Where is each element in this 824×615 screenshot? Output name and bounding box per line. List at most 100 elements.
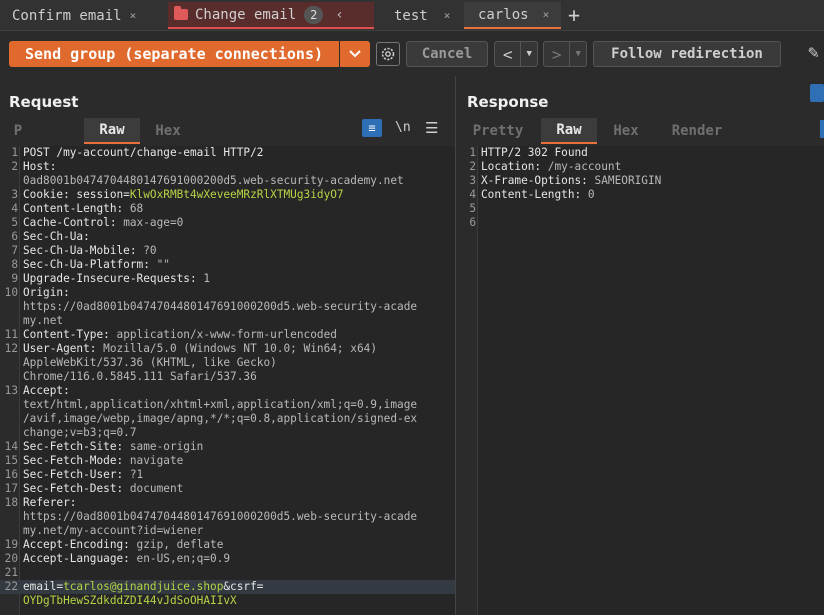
tab-test[interactable]: test × (380, 2, 462, 29)
code-token: Accept-Language: (23, 552, 137, 565)
menu-icon[interactable]: ☰ (425, 119, 438, 137)
back-button[interactable]: < ▼ (494, 41, 538, 67)
close-icon[interactable]: × (543, 8, 550, 21)
tab-pretty[interactable]: P (8, 118, 28, 144)
code-line: https://0ad8001b0474704480147691000200d5… (0, 300, 455, 314)
add-tab-icon[interactable]: + (568, 3, 580, 27)
send-options-dropdown[interactable] (340, 41, 370, 67)
tab-hex[interactable]: Hex (144, 118, 192, 144)
code-line: text/html,application/xhtml+xml,applicat… (0, 398, 455, 412)
response-editor[interactable]: 1 HTTP/2 302 Found 2 Location: /my-account 3… (458, 146, 824, 615)
code-line: my.net/my-account?id=wiener (0, 524, 455, 538)
code-token: Accept: (23, 384, 70, 397)
line-number: 16 (4, 468, 18, 481)
code-line: 5 Cache-Control: max-age=0 (0, 216, 455, 230)
code-line: 22 email=tcarlos@ginandjuice.shop&csrf= (0, 580, 455, 594)
word-wrap-icon[interactable] (820, 120, 824, 138)
response-title: Response (467, 93, 549, 111)
tab-confirm-email[interactable]: Confirm email × (6, 2, 164, 29)
pencil-icon[interactable]: ✎ (808, 42, 819, 63)
line-text: Content-Length: 68 (23, 202, 143, 216)
line-text: Host: (23, 160, 56, 174)
code-line: 12 User-Agent: Mozilla/5.0 (Windows NT 10… (0, 342, 455, 356)
code-token: gzip, deflate (136, 538, 224, 551)
send-group-button[interactable]: Send group (separate connections) (9, 41, 339, 67)
tab-hex[interactable]: Hex (603, 118, 649, 144)
line-text: Content-Length: 0 (481, 188, 595, 202)
code-token: my.net/my-account?id=wiener (23, 524, 204, 537)
line-text: my.net/my-account?id=wiener (23, 524, 203, 538)
line-text: AppleWebKit/537.36 (KHTML, like Gecko) (23, 356, 277, 370)
cancel-button[interactable]: Cancel (406, 41, 488, 67)
tab-group-change-email[interactable]: Change email 2 ‹ (168, 2, 374, 29)
tab-pretty[interactable]: Pretty (466, 118, 530, 144)
code-line: 6 Sec-Ch-Ua: (0, 230, 455, 244)
code-token: 1 (203, 272, 211, 285)
close-icon[interactable]: × (444, 9, 451, 22)
back-arrow-icon: < (502, 44, 513, 64)
code-token: Cache-Control: (23, 216, 124, 229)
code-line: 18 Referer: (0, 496, 455, 510)
code-token: my.net (23, 314, 64, 327)
line-text: Location: /my-account (481, 160, 621, 174)
code-token: Sec-Fetch-Site: (23, 440, 130, 453)
word-wrap-icon[interactable]: ≡ (362, 119, 382, 137)
code-token: 0 (587, 188, 595, 201)
line-number: 22 (4, 580, 18, 593)
line-number: 15 (4, 454, 18, 467)
tab-label: carlos (478, 6, 529, 23)
line-number: 1 (469, 146, 476, 159)
code-token: Chrome/116.0.5845.111 Safari/537.36 (23, 370, 257, 383)
code-line: 3 Cookie: session=KlwOxRMBt4wXeveeMRzRlXT… (0, 188, 455, 202)
code-line: AppleWebKit/537.36 (KHTML, like Gecko) (0, 356, 455, 370)
follow-redirection-button[interactable]: Follow redirection (593, 41, 781, 67)
code-token: /my-account (547, 160, 622, 173)
tab-raw[interactable]: Raw (84, 118, 140, 144)
tab-raw[interactable]: Raw (541, 118, 597, 144)
code-token: SAMEORIGIN (594, 174, 662, 187)
code-token: OYDgTbHewSZdkddZDI44vJdSoOHAIIvX (23, 594, 237, 607)
code-token: Upgrade-Insecure-Requests: (23, 272, 204, 285)
code-token: navigate (129, 454, 184, 467)
code-token: Sec-Ch-Ua-Platform: (23, 258, 157, 271)
code-line: 2 Location: /my-account (458, 160, 824, 174)
line-text: Origin: (23, 286, 70, 300)
settings-button[interactable] (376, 42, 400, 66)
folder-icon (174, 6, 188, 20)
code-token: 0ad8001b0474704480147691000200d5.web-sec… (23, 174, 404, 187)
code-token: Cookie: session= (23, 188, 130, 201)
chevron-down-icon[interactable]: ▼ (569, 42, 586, 66)
request-editor[interactable]: 1 POST /my-account/change-email HTTP/2 2 Ho… (0, 146, 455, 615)
line-number: 12 (4, 342, 18, 355)
line-text: Sec-Ch-Ua-Mobile: ?0 (23, 244, 157, 258)
panel-divider[interactable] (455, 76, 456, 615)
toolbar: Send group (separate connections) Cancel… (0, 32, 824, 74)
code-token: https://0ad8001b0474704480147691000200d5… (23, 300, 418, 313)
code-line: 4 Content-Length: 68 (0, 202, 455, 216)
code-token: "" (156, 258, 170, 271)
newline-toggle-icon[interactable]: \n (395, 120, 411, 135)
code-token: https://0ad8001b0474704480147691000200d5… (23, 510, 418, 523)
tab-label: test (394, 7, 428, 24)
line-text: Accept-Language: en-US,en;q=0.9 (23, 552, 230, 566)
line-number: 2 (11, 160, 18, 173)
inspector-toggle-icon[interactable] (810, 84, 824, 102)
line-number: 3 (469, 174, 476, 187)
line-text: Sec-Ch-Ua: (23, 230, 90, 244)
line-number: 3 (11, 188, 18, 201)
line-number: 20 (4, 552, 18, 565)
tab-render[interactable]: Render (660, 118, 734, 144)
close-icon[interactable]: × (130, 9, 137, 22)
code-line: 9 Upgrade-Insecure-Requests: 1 (0, 272, 455, 286)
code-token: tcarlos@ginandjuice.shop (63, 580, 224, 593)
chevron-down-icon[interactable]: ▼ (520, 42, 537, 66)
tab-carlos[interactable]: carlos × (464, 2, 561, 29)
forward-button[interactable]: > ▼ (543, 41, 587, 67)
chevron-left-icon[interactable]: ‹ (335, 7, 343, 23)
code-line: 14 Sec-Fetch-Site: same-origin (0, 440, 455, 454)
line-number: 2 (469, 160, 476, 173)
code-token: Content-Length: (23, 202, 130, 215)
line-text: Accept: (23, 384, 70, 398)
code-line: my.net (0, 314, 455, 328)
line-text: change;v=b3;q=0.7 (23, 426, 137, 440)
